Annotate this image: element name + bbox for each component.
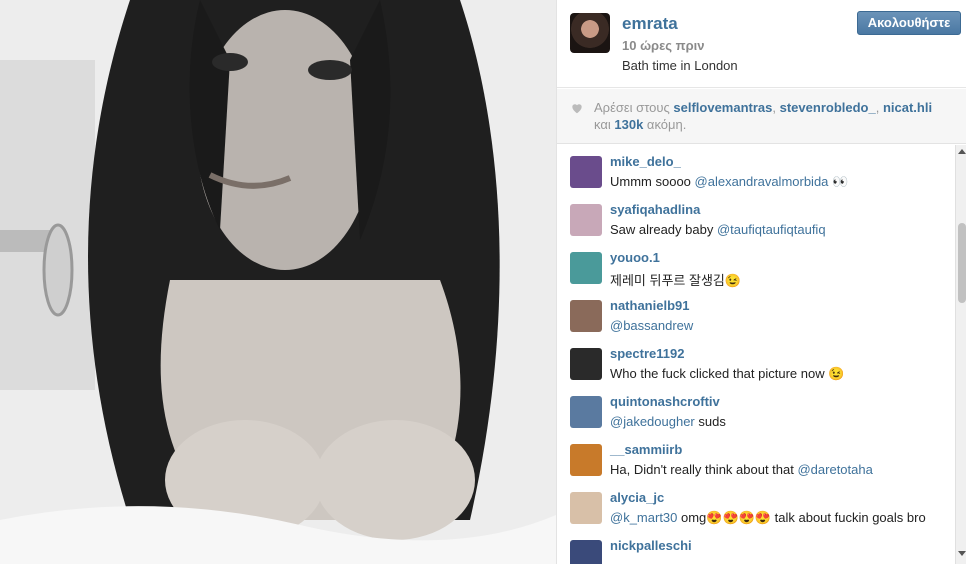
avatar[interactable] [570, 252, 602, 284]
comments-scrollbar[interactable] [955, 145, 966, 564]
avatar[interactable] [570, 204, 602, 236]
likes-section: Αρέσει στους selflovemantras, stevenrobl… [557, 89, 966, 144]
comment-text: @bassandrew [610, 318, 693, 333]
liker-link[interactable]: nicat.hli [883, 100, 932, 115]
mention-link[interactable]: @k_mart30 [610, 510, 677, 525]
post-photo[interactable] [0, 0, 556, 564]
scroll-thumb[interactable] [958, 223, 966, 303]
comment-username[interactable]: quintonashcroftiv [610, 394, 720, 409]
post-header: emrata 10 ώρες πριν Bath time in London … [557, 0, 966, 88]
comment-body: Ummm soooo [610, 174, 695, 189]
comment-item: nickpalleschi [557, 529, 955, 564]
avatar[interactable] [570, 540, 602, 564]
post-timestamp[interactable]: 10 ώρες πριν [622, 38, 704, 53]
mention-link[interactable]: @taufiqtaufiqtaufiq [717, 222, 826, 237]
scroll-down-arrow-icon[interactable] [958, 551, 966, 556]
comment-item: quintonashcroftiv @jakedougher suds [557, 385, 955, 433]
comment-username[interactable]: __sammiirb [610, 442, 682, 457]
comment-body: 👀 [828, 174, 849, 189]
comment-text: @jakedougher suds [610, 414, 726, 429]
comment-text: Ummm soooo @alexandravalmorbida 👀 [610, 174, 848, 190]
comment-text: Ha, Didn't really think about that @dare… [610, 462, 873, 477]
mention-link[interactable]: @bassandrew [610, 318, 693, 333]
follow-button[interactable]: Ακολουθήστε [857, 11, 961, 35]
comments-list[interactable]: mike_delo_ Ummm soooo @alexandravalmorbid… [557, 145, 955, 564]
comment-body: Ha, Didn't really think about that [610, 462, 798, 477]
likes-text: Αρέσει στους selflovemantras, stevenrobl… [594, 100, 933, 115]
comment-username[interactable]: mike_delo_ [610, 154, 681, 169]
avatar[interactable] [570, 156, 602, 188]
comment-username[interactable]: nickpalleschi [610, 538, 692, 553]
scroll-up-arrow-icon[interactable] [958, 149, 966, 154]
comment-body: omg😍😍😍😍 talk about fuckin goals bro [677, 510, 926, 525]
comment-username[interactable]: nathanielb91 [610, 298, 689, 313]
likes-prefix: Αρέσει στους [594, 100, 670, 115]
comment-text: Who the fuck clicked that picture now 😉 [610, 366, 844, 382]
liker-link[interactable]: stevenrobledo_ [780, 100, 876, 115]
avatar[interactable] [570, 444, 602, 476]
post-detail-panel: emrata 10 ώρες πριν Bath time in London … [556, 0, 966, 564]
post-caption: Bath time in London [622, 58, 738, 73]
comment-item: nathanielb91 @bassandrew [557, 289, 955, 337]
heart-icon[interactable] [570, 101, 584, 115]
comment-username[interactable]: alycia_jc [610, 490, 664, 505]
comment-item: alycia_jc @k_mart30 omg😍😍😍😍 talk about fu… [557, 481, 955, 529]
comment-item: __sammiirb Ha, Didn't really think about … [557, 433, 955, 481]
avatar[interactable] [570, 348, 602, 380]
mention-link[interactable]: @alexandravalmorbida [695, 174, 829, 189]
avatar[interactable] [570, 13, 610, 53]
comment-body: suds [694, 414, 726, 429]
likes-more: και 130k ακόμη. [594, 117, 686, 132]
comment-username[interactable]: spectre1192 [610, 346, 684, 361]
post-username[interactable]: emrata [622, 14, 678, 34]
likes-and: και [594, 117, 611, 132]
comment-item: syafiqahadlina Saw already baby @taufiqta… [557, 193, 955, 241]
comment-text: Saw already baby @taufiqtaufiqtaufiq [610, 222, 826, 237]
comment-username[interactable]: youoo.1 [610, 250, 660, 265]
liker-link[interactable]: selflovemantras [673, 100, 772, 115]
mention-link[interactable]: @jakedougher [610, 414, 695, 429]
photo-image [0, 0, 556, 564]
comment-item: youoo.1 제레미 뒤푸르 잘생김😉 [557, 241, 955, 289]
likes-suffix: ακόμη. [646, 117, 687, 132]
comment-username[interactable]: syafiqahadlina [610, 202, 700, 217]
likes-count-link[interactable]: 130k [614, 117, 643, 132]
comment-text: @k_mart30 omg😍😍😍😍 talk about fuckin goal… [610, 510, 926, 526]
avatar[interactable] [570, 300, 602, 332]
avatar[interactable] [570, 492, 602, 524]
mention-link[interactable]: @daretotaha [797, 462, 872, 477]
comment-text: 제레미 뒤푸르 잘생김😉 [610, 270, 741, 289]
avatar[interactable] [570, 396, 602, 428]
comment-body: Who the fuck clicked that picture now 😉 [610, 366, 845, 381]
comment-item: spectre1192 Who the fuck clicked that pic… [557, 337, 955, 385]
comment-item: mike_delo_ Ummm soooo @alexandravalmorbid… [557, 145, 955, 193]
comment-body: Saw already baby [610, 222, 717, 237]
comment-body: 제레미 뒤푸르 잘생김😉 [610, 273, 742, 288]
